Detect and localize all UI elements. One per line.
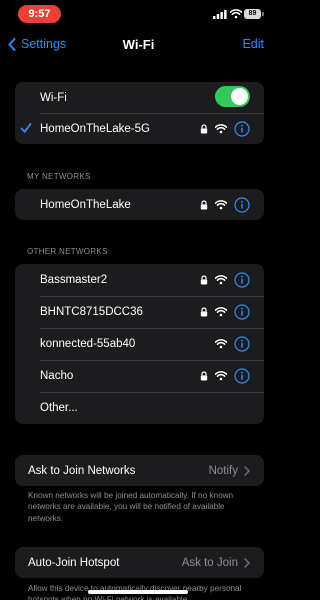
my-networks-header: MY NETWORKS bbox=[27, 172, 91, 181]
ask-to-join-row[interactable]: Ask to Join Networks Notify bbox=[15, 455, 264, 486]
network-row[interactable]: Nacho bbox=[15, 360, 264, 392]
info-icon[interactable] bbox=[234, 368, 250, 384]
other-networks-header: OTHER NETWORKS bbox=[27, 247, 108, 256]
info-icon[interactable] bbox=[234, 120, 250, 137]
network-row[interactable]: konnected-55ab40 bbox=[15, 328, 264, 360]
ask-to-join-value: Notify bbox=[208, 464, 238, 477]
wifi-signal-icon bbox=[215, 339, 227, 349]
info-icon[interactable] bbox=[234, 196, 250, 213]
lock-icon bbox=[200, 199, 208, 209]
wifi-current-group: Wi-Fi HomeOnTheLake-5G bbox=[15, 82, 264, 144]
chevron-right-icon bbox=[244, 465, 250, 476]
home-indicator[interactable] bbox=[88, 590, 188, 594]
page-title: Wi-Fi bbox=[122, 37, 155, 52]
auto-join-group: Auto-Join Hotspot Ask to Join bbox=[15, 547, 264, 578]
battery-icon: 89 bbox=[244, 9, 261, 19]
battery-tip bbox=[262, 12, 264, 16]
ask-to-join-footnote: Known networks will be joined automatica… bbox=[28, 491, 234, 523]
lock-icon bbox=[200, 371, 208, 381]
auto-join-row[interactable]: Auto-Join Hotspot Ask to Join bbox=[15, 547, 264, 578]
wifi-signal-icon bbox=[215, 123, 227, 133]
checkmark-icon bbox=[20, 123, 32, 133]
lock-icon bbox=[200, 123, 208, 133]
wifi-signal-icon bbox=[215, 275, 227, 285]
wifi-signal-icon bbox=[215, 199, 227, 209]
other-networks-group: Bassmaster2 BHNTC8715DCC36 konnected-55a… bbox=[15, 264, 264, 424]
lock-icon bbox=[200, 307, 208, 317]
network-row[interactable]: Bassmaster2 bbox=[15, 264, 264, 296]
wifi-toggle[interactable] bbox=[215, 86, 250, 107]
status-time: 9:57 bbox=[18, 5, 61, 23]
navigation-bar: Settings Wi-Fi Edit bbox=[0, 28, 277, 62]
auto-join-value: Ask to Join bbox=[181, 556, 238, 569]
connected-network-row[interactable]: HomeOnTheLake-5G bbox=[15, 113, 264, 144]
chevron-right-icon bbox=[244, 557, 250, 568]
other-network-row[interactable]: Other... bbox=[15, 392, 264, 424]
wifi-status-icon bbox=[230, 9, 242, 19]
info-icon[interactable] bbox=[234, 272, 250, 288]
wifi-signal-icon bbox=[215, 307, 227, 317]
info-icon[interactable] bbox=[234, 304, 250, 320]
wifi-toggle-row: Wi-Fi bbox=[15, 82, 264, 113]
toggle-knob bbox=[231, 88, 248, 105]
cellular-signal-icon bbox=[213, 10, 227, 19]
info-icon[interactable] bbox=[234, 336, 250, 352]
lock-icon bbox=[200, 275, 208, 285]
other-network-label: Other... bbox=[40, 402, 78, 414]
network-row[interactable]: BHNTC8715DCC36 bbox=[15, 296, 264, 328]
my-networks-group: HomeOnTheLake bbox=[15, 189, 264, 220]
wifi-signal-icon bbox=[215, 371, 227, 381]
ask-to-join-group: Ask to Join Networks Notify bbox=[15, 455, 264, 486]
status-bar: 9:57 89 bbox=[0, 0, 277, 28]
network-row[interactable]: HomeOnTheLake bbox=[15, 189, 264, 220]
edit-button[interactable]: Edit bbox=[242, 37, 264, 51]
